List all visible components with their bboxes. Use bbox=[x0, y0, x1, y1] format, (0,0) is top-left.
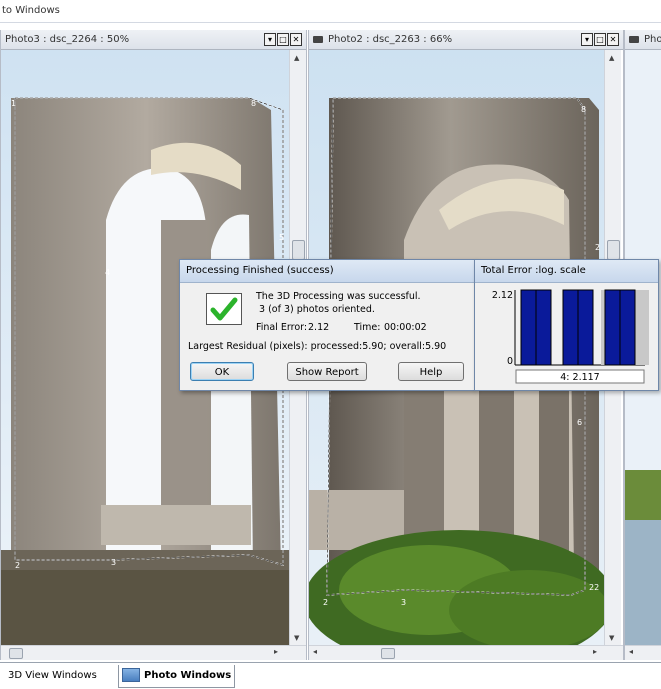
point-label: 1 bbox=[11, 99, 16, 108]
scroll-up-icon[interactable]: ▲ bbox=[294, 54, 299, 62]
tab-photo-windows[interactable]: Photo Windows bbox=[118, 665, 235, 688]
camera-icon bbox=[313, 35, 323, 43]
scroll-down-icon[interactable]: ▼ bbox=[609, 634, 614, 642]
tab-3d-view-windows[interactable]: 3D View Windows bbox=[0, 665, 123, 687]
window-titlebar: to Windows bbox=[0, 0, 661, 23]
final-error-label: Final Error: bbox=[256, 322, 308, 333]
maximize-icon[interactable]: □ bbox=[277, 33, 289, 46]
pane-window-buttons: ▾ □ ✕ bbox=[581, 33, 619, 46]
success-message: The 3D Processing was successful. bbox=[256, 291, 421, 302]
point-label: 2 bbox=[323, 598, 328, 607]
panel-title: Total Error :log. scale bbox=[481, 265, 586, 276]
close-icon[interactable]: ✕ bbox=[290, 33, 302, 46]
panel-titlebar: Total Error :log. scale bbox=[475, 260, 658, 283]
pane-window-buttons: ▾ □ ✕ bbox=[264, 33, 302, 46]
checkmark-icon-graphic bbox=[210, 297, 238, 321]
total-error-panel: Total Error :log. scale 2.12 0 4: 2.117 bbox=[474, 259, 659, 391]
scroll-up-icon[interactable]: ▲ bbox=[609, 54, 614, 62]
error-chart: 2.12 0 4: 2.117 bbox=[492, 289, 649, 384]
pane-header: Photo3 : dsc_2264 : 50% ▾ □ ✕ bbox=[1, 30, 306, 50]
scroll-thumb[interactable] bbox=[381, 648, 395, 659]
camera-icon bbox=[629, 35, 639, 43]
horizontal-scrollbar[interactable]: ◂ ▸ bbox=[309, 645, 623, 660]
largest-residual-text: Largest Residual (pixels): processed:5.9… bbox=[188, 341, 447, 352]
scroll-thumb[interactable] bbox=[607, 240, 620, 260]
dialog-title: Processing Finished (success) bbox=[186, 265, 334, 276]
final-error-value: 2.12 bbox=[308, 322, 330, 333]
show-report-button[interactable]: Show Report bbox=[287, 362, 367, 381]
point-label: 4 bbox=[105, 268, 110, 277]
dialog-titlebar: Processing Finished (success) bbox=[180, 260, 474, 283]
maximize-icon[interactable]: □ bbox=[594, 33, 606, 46]
scroll-thumb[interactable] bbox=[292, 240, 305, 260]
close-icon[interactable]: ✕ bbox=[607, 33, 619, 46]
scroll-thumb[interactable] bbox=[9, 648, 23, 659]
dropdown-icon[interactable]: ▾ bbox=[264, 33, 276, 46]
checkmark-icon bbox=[206, 293, 242, 325]
pane-title: Photo2 : dsc_2263 : 66% bbox=[313, 34, 452, 45]
point-label: 2 bbox=[15, 561, 20, 570]
ok-button[interactable]: OK bbox=[190, 362, 254, 381]
point-label: 5 bbox=[279, 233, 284, 242]
scroll-left-icon[interactable]: ◂ bbox=[629, 647, 633, 656]
readout-text: 4: 2.117 bbox=[560, 372, 599, 383]
point-label: 2 bbox=[595, 243, 600, 252]
scroll-right-icon[interactable]: ▸ bbox=[274, 647, 278, 656]
point-label: 3 bbox=[401, 598, 406, 607]
pane-title-text: Photo2 : dsc_2263 : 66% bbox=[328, 34, 453, 45]
dropdown-icon[interactable]: ▾ bbox=[581, 33, 593, 46]
photo-windows-icon bbox=[122, 668, 140, 682]
pane-title-text: Pho bbox=[644, 34, 661, 45]
point-label: 8 bbox=[251, 99, 256, 108]
photos-oriented-text: 3 (of 3) photos oriented. bbox=[259, 304, 375, 315]
point-label: 3 bbox=[111, 558, 116, 567]
bar-group bbox=[520, 289, 649, 366]
help-button[interactable]: Help bbox=[398, 362, 464, 381]
processing-dialog: Processing Finished (success) The 3D Pro… bbox=[179, 259, 475, 391]
pane-title: Photo3 : dsc_2264 : 50% bbox=[5, 34, 130, 45]
time-label: Time: bbox=[354, 322, 381, 333]
bottom-tabbar: 3D View Windows Photo Windows bbox=[0, 662, 661, 689]
tab-label: Photo Windows bbox=[144, 670, 232, 681]
y-min-label: 0 bbox=[507, 356, 513, 367]
y-max-label: 2.12 bbox=[492, 290, 513, 301]
tab-label: 3D View Windows bbox=[8, 670, 97, 681]
time-value: 00:00:02 bbox=[384, 322, 427, 333]
horizontal-scrollbar[interactable]: ▸ bbox=[1, 645, 306, 660]
pane-header: Photo2 : dsc_2263 : 66% ▾ □ ✕ bbox=[309, 30, 623, 50]
point-label: 8 bbox=[581, 105, 586, 114]
scroll-down-icon[interactable]: ▼ bbox=[294, 634, 299, 642]
scroll-left-icon[interactable]: ◂ bbox=[313, 647, 317, 656]
point-label: 6 bbox=[577, 418, 582, 427]
window-title: to Windows bbox=[2, 5, 60, 16]
pane-title: Pho bbox=[629, 34, 661, 45]
point-label: 22 bbox=[589, 583, 599, 592]
horizontal-scrollbar[interactable]: ◂ bbox=[625, 645, 661, 660]
pane-header: Pho bbox=[625, 30, 661, 50]
scroll-right-icon[interactable]: ▸ bbox=[593, 647, 597, 656]
